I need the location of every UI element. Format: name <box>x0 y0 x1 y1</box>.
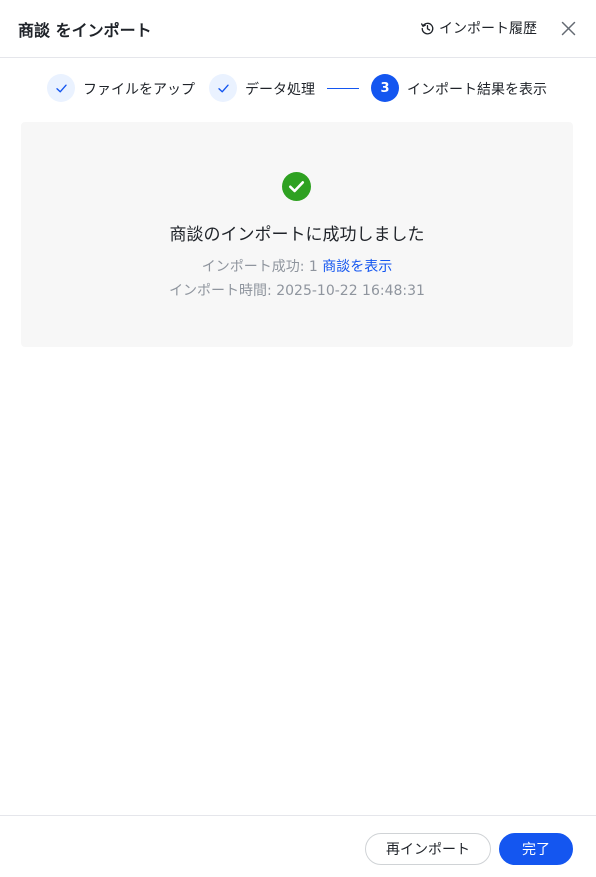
success-count: 1 <box>308 259 318 275</box>
import-time-line: インポート時間: 2025-10-22 16:48:31 <box>21 280 573 300</box>
dialog-footer: 再インポート 完了 <box>0 815 596 877</box>
dialog-title: 商談 をインポート <box>18 21 152 40</box>
view-deals-link[interactable]: 商談を表示 <box>322 259 392 275</box>
import-dialog: 商談 をインポート インポート履歴 ファイルをアップ データ処理 3 インポート… <box>0 0 596 877</box>
done-button[interactable]: 完了 <box>499 833 573 865</box>
step-2-label: データ処理 <box>245 82 315 98</box>
import-result-panel: 商談のインポートに成功しました インポート成功: 1 商談を表示 インポート時間… <box>21 122 573 347</box>
close-icon[interactable] <box>560 20 577 37</box>
step-1-indicator <box>47 74 75 102</box>
result-title: 商談のインポートに成功しました <box>169 225 425 245</box>
check-icon <box>217 84 229 92</box>
time-label: インポート時間: <box>169 283 272 299</box>
import-steps: ファイルをアップ データ処理 3 インポート結果を表示 <box>0 74 596 104</box>
success-label: インポート成功: <box>201 259 305 275</box>
step-1-label: ファイルをアップ <box>83 82 195 98</box>
success-count-line: インポート成功: 1 商談を表示 <box>21 256 573 276</box>
import-history-label: インポート履歴 <box>439 21 537 37</box>
step-3-indicator: 3 <box>371 74 399 102</box>
step-connector <box>327 88 359 89</box>
time-value: 2025-10-22 16:48:31 <box>276 283 425 299</box>
reimport-button[interactable]: 再インポート <box>365 833 491 865</box>
success-check-icon <box>282 172 311 201</box>
step-3-label: インポート結果を表示 <box>407 82 547 98</box>
step-2-indicator <box>209 74 237 102</box>
check-icon <box>55 84 67 92</box>
dialog-header: 商談 をインポート インポート履歴 <box>0 0 596 58</box>
history-icon <box>421 22 434 34</box>
import-history-button[interactable]: インポート履歴 <box>420 18 537 38</box>
